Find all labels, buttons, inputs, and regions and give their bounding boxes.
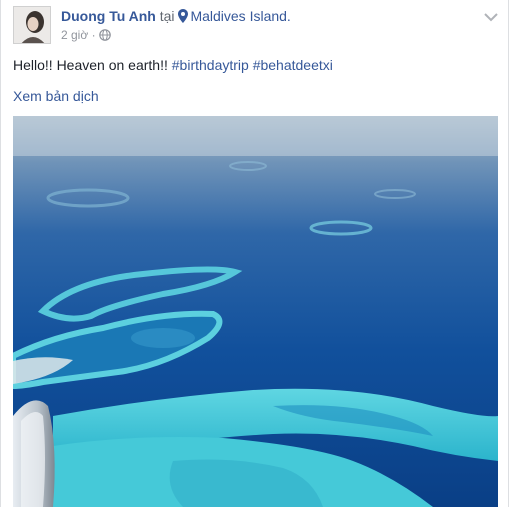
hashtag-behatdeetxi[interactable]: #behatdeetxi [253,57,333,73]
see-translation-link[interactable]: Xem bản dịch [13,87,99,105]
timestamp-link[interactable]: 2 giờ [61,28,88,42]
location-prefix: tại [159,8,175,24]
message-text: Hello!! Heaven on earth!! [13,57,168,73]
location-pin-icon [178,9,189,27]
post-photo[interactable] [13,116,498,507]
location-link[interactable]: Maldives Island. [190,8,290,24]
aerial-maldives-photo [13,116,498,507]
feed-post: Duong Tu Anh tại Maldives Island. 2 giờ … [0,0,509,507]
post-message: Hello!! Heaven on earth!! #birthdaytrip … [13,56,333,74]
author-avatar[interactable] [13,6,51,44]
hashtag-birthdaytrip[interactable]: #birthdaytrip [172,57,249,73]
post-header: Duong Tu Anh tại Maldives Island. [61,7,291,27]
meta-separator: · [91,27,96,42]
author-name[interactable]: Duong Tu Anh [61,8,156,24]
post-meta: 2 giờ · [61,27,111,42]
globe-icon[interactable] [99,28,111,42]
chevron-down-icon[interactable] [484,9,498,27]
